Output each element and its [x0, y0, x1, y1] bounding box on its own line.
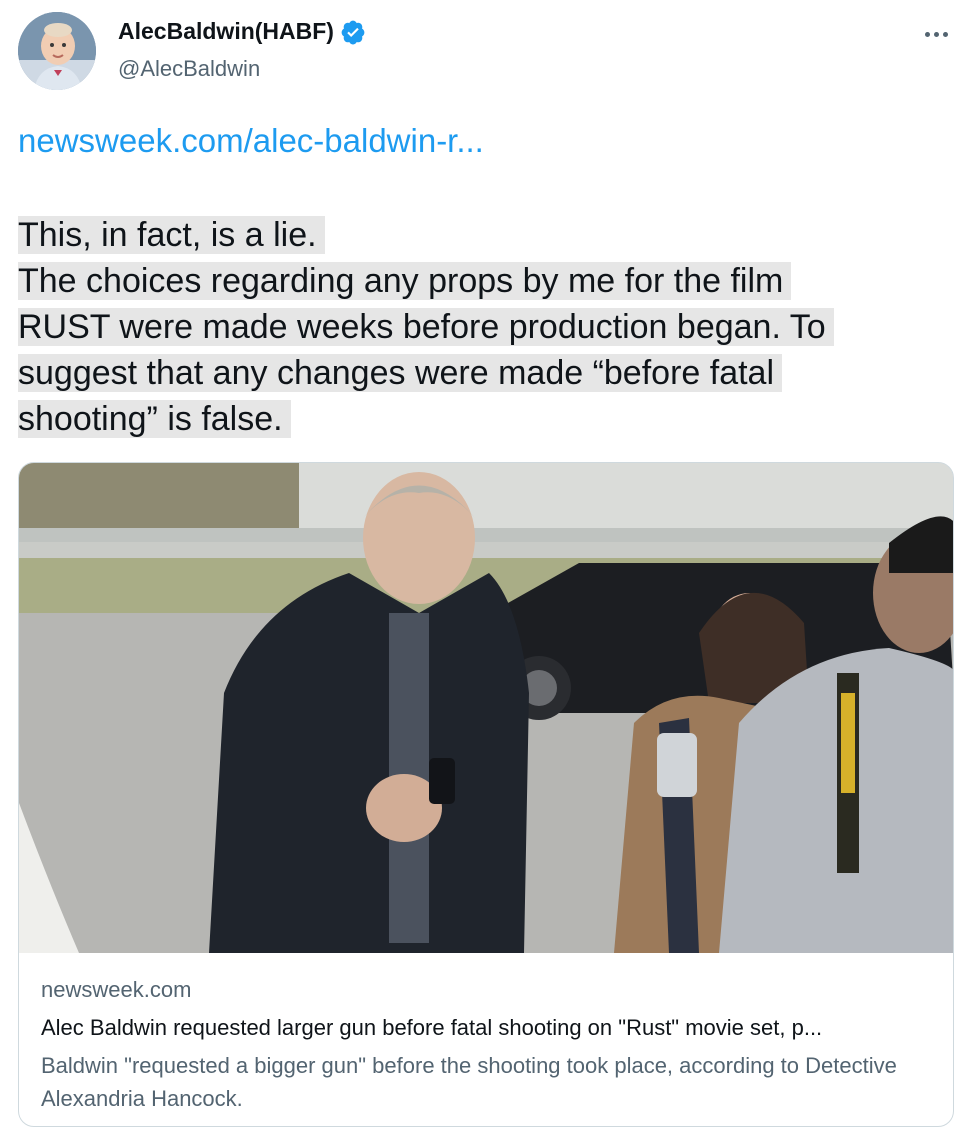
- tweet-line: suggest that any changes were made “befo…: [18, 350, 948, 396]
- verified-badge-icon: [341, 20, 365, 44]
- news-photo-image: [19, 463, 953, 953]
- card-description: Baldwin "requested a bigger gun" before …: [41, 1053, 897, 1111]
- tweet-line: shooting” is false.: [18, 396, 948, 442]
- dot-icon: [924, 31, 930, 37]
- card-title: Alec Baldwin requested larger gun before…: [41, 1015, 823, 1040]
- avatar[interactable]: [18, 12, 96, 90]
- dot-icon: [933, 31, 939, 37]
- tweet-line: The choices regarding any props by me fo…: [18, 258, 948, 304]
- card-meta: newsweek.com Alec Baldwin requested larg…: [41, 977, 941, 1115]
- link-preview-card[interactable]: newsweek.com Alec Baldwin requested larg…: [18, 462, 954, 1127]
- tweet-line-text: This, in fact, is a lie.: [18, 216, 325, 254]
- tweet-line-text: suggest that any changes were made “befo…: [18, 354, 783, 392]
- author-display-name[interactable]: AlecBaldwin(HABF): [118, 18, 334, 45]
- author-name-row: AlecBaldwin(HABF): [118, 18, 366, 45]
- author-handle[interactable]: @AlecBaldwin: [118, 56, 260, 82]
- tweet-link[interactable]: newsweek.com/alec-baldwin-r...: [18, 122, 484, 160]
- tweet-text: This, in fact, is a lie. The choices reg…: [18, 212, 948, 442]
- tweet: AlecBaldwin(HABF) @AlecBaldwin newsweek.…: [0, 0, 960, 1127]
- tweet-line: RUST were made weeks before production b…: [18, 304, 948, 350]
- avatar-photo-icon: [18, 12, 96, 90]
- tweet-line-text: shooting” is false.: [18, 400, 291, 438]
- card-domain: newsweek.com: [41, 977, 192, 1002]
- more-options-button[interactable]: [918, 22, 954, 46]
- dot-icon: [942, 31, 948, 37]
- tweet-line: This, in fact, is a lie.: [18, 212, 948, 258]
- tweet-line-text: RUST were made weeks before production b…: [18, 308, 834, 346]
- tweet-line-text: The choices regarding any props by me fo…: [18, 262, 792, 300]
